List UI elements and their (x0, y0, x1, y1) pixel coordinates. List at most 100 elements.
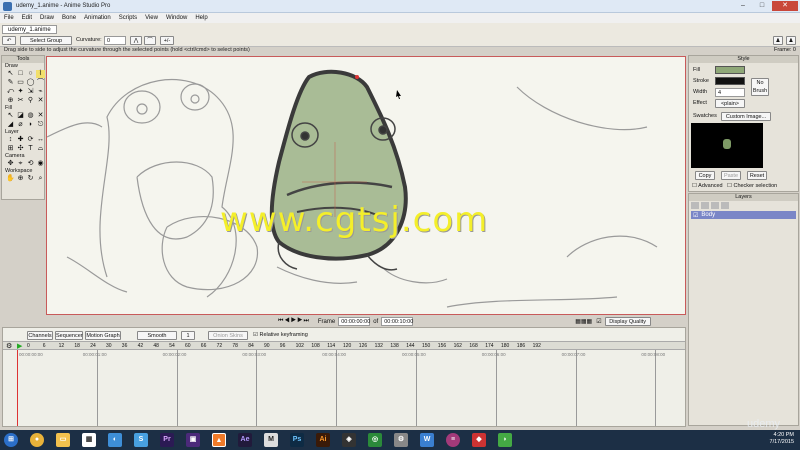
eye-icon[interactable]: ☑ (693, 212, 698, 219)
unity-icon[interactable]: ◈ (342, 433, 356, 447)
close-button[interactable]: ✕ (772, 1, 798, 11)
swatches-select[interactable]: Custom Image... (721, 112, 771, 121)
minimize-button[interactable]: – (734, 1, 752, 11)
select-shape-icon[interactable]: ↖ (6, 112, 15, 120)
noise-icon[interactable]: ⌁ (36, 88, 45, 96)
menu-animation[interactable]: Animation (80, 13, 115, 23)
playhead-icon[interactable]: ▶ (17, 342, 22, 350)
app-purple-icon[interactable]: ▣ (186, 433, 200, 447)
peak-icon[interactable]: ⋀ (130, 36, 142, 45)
scale-points-icon[interactable]: ⇲ (26, 88, 35, 96)
scissors-icon[interactable]: ✂ (16, 97, 25, 105)
menu-bone[interactable]: Bone (58, 13, 80, 23)
hide-edge-icon[interactable]: ⌀ (16, 121, 25, 129)
playback-controls-icon[interactable]: ⏮◀▶▶⏭ (278, 318, 310, 325)
green-app-icon[interactable]: ◎ (368, 433, 382, 447)
reset-button[interactable]: Reset (747, 171, 767, 180)
curvature-input[interactable]: 0 (104, 36, 126, 45)
arc-icon[interactable]: ⌒ (36, 79, 45, 87)
drawing-canvas[interactable] (46, 56, 686, 315)
smooth-icon[interactable]: ⌒ (144, 36, 156, 45)
track-camera-icon[interactable]: ✥ (6, 160, 15, 168)
layer-row-body[interactable]: ☑ Body (691, 211, 796, 219)
document-tab[interactable]: udemy_1.anime (2, 25, 57, 34)
w-app-icon[interactable]: W (420, 433, 434, 447)
menu-edit[interactable]: Edit (18, 13, 36, 23)
magnet-icon[interactable]: ⊕ (6, 97, 15, 105)
rotate-points-icon[interactable]: ⤺ (6, 88, 15, 96)
new-layer-icon[interactable] (691, 202, 699, 209)
media-icon[interactable]: ≡ (446, 433, 460, 447)
photoshop-icon[interactable]: Ps (290, 433, 304, 447)
menu-help[interactable]: Help (191, 13, 211, 23)
after-effects-icon[interactable]: Ae (238, 433, 252, 447)
pan-tilt-icon[interactable]: ◉ (36, 160, 45, 168)
illustrator-icon[interactable]: Ai (316, 433, 330, 447)
menu-view[interactable]: View (141, 13, 162, 23)
select-group-button[interactable]: Select Group (20, 36, 72, 45)
maya-icon[interactable]: M (264, 433, 278, 447)
paint-bucket-icon[interactable]: ◍ (26, 112, 35, 120)
layer-settings-icon[interactable] (721, 202, 729, 209)
premiere-icon[interactable]: Pr (160, 433, 174, 447)
red-app-icon[interactable]: ◆ (472, 433, 486, 447)
user-icon[interactable]: ♟ (773, 36, 783, 45)
rectangle-icon[interactable]: □ (16, 70, 25, 78)
menu-window[interactable]: Window (162, 13, 191, 23)
add-point-icon[interactable]: ▭ (16, 79, 25, 87)
rotate-layer-icon[interactable]: ⟳ (26, 136, 35, 144)
skype-icon[interactable]: S (134, 433, 148, 447)
perspective-icon[interactable]: ⚲ (26, 97, 35, 105)
zoom-camera-icon[interactable]: ⌖ (16, 160, 25, 168)
nvidia-icon[interactable]: ◗ (498, 433, 512, 447)
fill-color-swatch[interactable] (715, 66, 745, 74)
flip-layer-icon[interactable]: ✣ (16, 145, 25, 153)
plus-minus-button[interactable]: +/- (160, 36, 174, 45)
advanced-checkbox[interactable]: ☐ Advanced (692, 183, 723, 189)
pan-hand-icon[interactable]: ✋ (6, 175, 15, 183)
checker-selection-checkbox[interactable]: ☐ Checker selection (727, 183, 777, 189)
text-icon[interactable]: T (26, 145, 35, 153)
relative-keyframing-checkbox[interactable]: ☑ Relative keyframing (253, 332, 308, 338)
duplicate-layer-icon[interactable] (701, 202, 709, 209)
start-button-icon[interactable]: ⊞ (4, 433, 18, 447)
total-frames-input[interactable]: 00:00:10:00 (381, 317, 413, 326)
calculator-icon[interactable]: ▦ (82, 433, 96, 447)
anime-studio-icon[interactable]: ▲ (212, 433, 226, 447)
menu-file[interactable]: File (0, 13, 18, 23)
interp-count-select[interactable]: 1 (181, 331, 195, 340)
chrome-icon[interactable]: ● (30, 433, 44, 447)
undo-icon[interactable]: ↶ (2, 36, 16, 45)
delete-edge-icon[interactable]: ✕ (36, 97, 45, 105)
timeline-track[interactable]: 00:00:00:00 00:00:01:00 00:00:02:00 00:00:0… (3, 350, 685, 426)
interpolation-select[interactable]: Smooth (137, 331, 177, 340)
oval-icon[interactable]: ○ (26, 70, 35, 78)
clock[interactable]: 4:20 PM 7/17/2015 (770, 432, 794, 446)
zoom-icon[interactable]: ⊕ (16, 175, 25, 183)
stroke-color-swatch[interactable] (715, 77, 745, 85)
maximize-button[interactable]: □ (753, 1, 771, 11)
effect-select[interactable]: <plain> (715, 99, 745, 108)
paste-button[interactable]: Paste (721, 171, 741, 180)
shear-layer-icon[interactable]: ⊞ (6, 145, 15, 153)
delete-layer-icon[interactable] (711, 202, 719, 209)
no-brush-button[interactable]: No Brush (751, 78, 769, 96)
frame-ruler[interactable]: ⚙ ▶ 0 6 12 18 24 30 36 42 48 54 60 66 72 78 84 90 96 102 1… (3, 341, 685, 350)
rotate-workspace-icon[interactable]: ↻ (26, 175, 35, 183)
view-grid-icon[interactable]: ▦▦▦ (575, 318, 592, 325)
display-quality-select[interactable]: Display Quality (604, 317, 651, 326)
set-origin-icon[interactable]: ✚ (16, 136, 25, 144)
gear-icon[interactable]: ⚙ (6, 342, 12, 350)
swatch-preview[interactable] (691, 123, 763, 168)
delete-shape-icon[interactable]: ✕ (36, 112, 45, 120)
menu-scripts[interactable]: Scripts (115, 13, 141, 23)
roll-camera-icon[interactable]: ⟲ (26, 160, 35, 168)
frame-input[interactable]: 00:00:00:00 (338, 317, 370, 326)
display-quality-checkbox[interactable]: ☑ (596, 318, 601, 325)
scale-layer-icon[interactable]: ↔ (36, 136, 45, 144)
tab-motion-graph[interactable]: Motion Graph (85, 331, 121, 340)
star-icon[interactable]: ✦ (16, 88, 25, 96)
folder-icon[interactable]: ▭ (56, 433, 70, 447)
onion-skins-button[interactable]: Onion Skins (208, 331, 248, 340)
playhead-line[interactable] (17, 350, 18, 426)
